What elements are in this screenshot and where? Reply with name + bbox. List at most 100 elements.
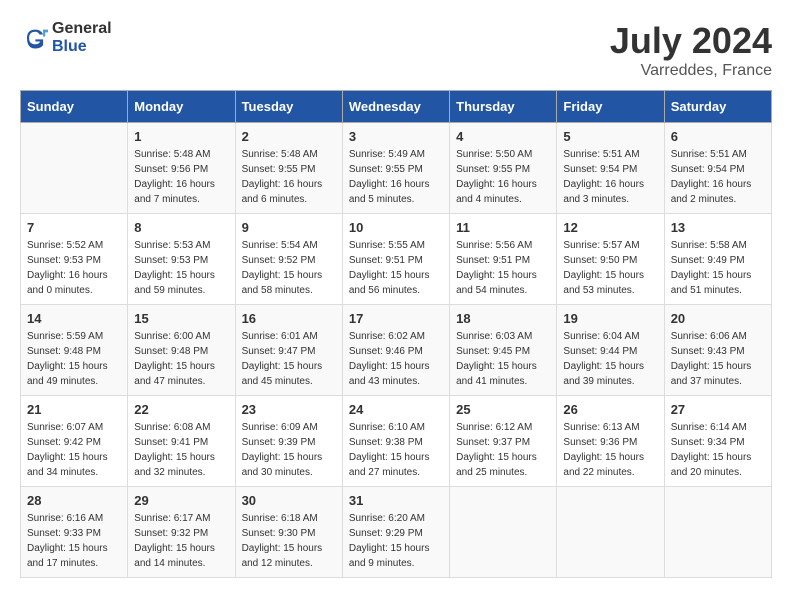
calendar-cell: 6 Sunrise: 5:51 AM Sunset: 9:54 PM Daylig…	[664, 123, 771, 214]
weekday-header-wednesday: Wednesday	[342, 91, 449, 123]
calendar-cell: 2 Sunrise: 5:48 AM Sunset: 9:55 PM Daylig…	[235, 123, 342, 214]
calendar-cell: 5 Sunrise: 5:51 AM Sunset: 9:54 PM Daylig…	[557, 123, 664, 214]
day-info: Sunrise: 6:14 AM Sunset: 9:34 PM Dayligh…	[671, 420, 765, 480]
weekday-header-monday: Monday	[128, 91, 235, 123]
day-info: Sunrise: 5:59 AM Sunset: 9:48 PM Dayligh…	[27, 329, 121, 389]
calendar-cell: 30 Sunrise: 6:18 AM Sunset: 9:30 PM Dayli…	[235, 487, 342, 578]
day-number: 17	[349, 311, 443, 326]
calendar-cell: 26 Sunrise: 6:13 AM Sunset: 9:36 PM Dayli…	[557, 396, 664, 487]
day-info: Sunrise: 5:48 AM Sunset: 9:55 PM Dayligh…	[242, 147, 336, 207]
day-number: 9	[242, 220, 336, 235]
calendar-cell: 17 Sunrise: 6:02 AM Sunset: 9:46 PM Dayli…	[342, 305, 449, 396]
month-year-title: July 2024	[610, 20, 772, 62]
calendar-cell: 11 Sunrise: 5:56 AM Sunset: 9:51 PM Dayli…	[450, 214, 557, 305]
day-number: 18	[456, 311, 550, 326]
logo-general-text: General	[52, 20, 112, 38]
day-number: 20	[671, 311, 765, 326]
calendar-cell: 24 Sunrise: 6:10 AM Sunset: 9:38 PM Dayli…	[342, 396, 449, 487]
calendar-cell: 20Sunrise: 6:06 AM Sunset: 9:43 PM Dayli…	[664, 305, 771, 396]
calendar-cell: 21 Sunrise: 6:07 AM Sunset: 9:42 PM Dayli…	[21, 396, 128, 487]
page-header: General Blue July 2024 Varreddes, France	[20, 20, 772, 80]
calendar-cell	[21, 123, 128, 214]
day-info: Sunrise: 6:10 AM Sunset: 9:38 PM Dayligh…	[349, 420, 443, 480]
weekday-header-sunday: Sunday	[21, 91, 128, 123]
day-info: Sunrise: 5:51 AM Sunset: 9:54 PM Dayligh…	[563, 147, 657, 207]
weekday-header-thursday: Thursday	[450, 91, 557, 123]
day-number: 12	[563, 220, 657, 235]
day-number: 5	[563, 129, 657, 144]
day-info: Sunrise: 5:49 AM Sunset: 9:55 PM Dayligh…	[349, 147, 443, 207]
calendar-cell: 10 Sunrise: 5:55 AM Sunset: 9:51 PM Dayli…	[342, 214, 449, 305]
day-number: 19	[563, 311, 657, 326]
calendar-table: SundayMondayTuesdayWednesdayThursdayFrid…	[20, 90, 772, 578]
calendar-week-row: 21 Sunrise: 6:07 AM Sunset: 9:42 PM Dayli…	[21, 396, 772, 487]
day-info: Sunrise: 5:57 AM Sunset: 9:50 PM Dayligh…	[563, 238, 657, 298]
calendar-cell: 28 Sunrise: 6:16 AM Sunset: 9:33 PM Dayli…	[21, 487, 128, 578]
calendar-cell: 9 Sunrise: 5:54 AM Sunset: 9:52 PM Daylig…	[235, 214, 342, 305]
day-info: Sunrise: 6:13 AM Sunset: 9:36 PM Dayligh…	[563, 420, 657, 480]
calendar-week-row: 14Sunrise: 5:59 AM Sunset: 9:48 PM Dayli…	[21, 305, 772, 396]
day-number: 22	[134, 402, 228, 417]
calendar-cell: 22 Sunrise: 6:08 AM Sunset: 9:41 PM Dayli…	[128, 396, 235, 487]
day-info: Sunrise: 5:55 AM Sunset: 9:51 PM Dayligh…	[349, 238, 443, 298]
day-number: 28	[27, 493, 121, 508]
logo-text: General Blue	[52, 20, 112, 55]
day-number: 30	[242, 493, 336, 508]
weekday-header-saturday: Saturday	[664, 91, 771, 123]
logo: General Blue	[20, 20, 112, 55]
calendar-cell: 25 Sunrise: 6:12 AM Sunset: 9:37 PM Dayli…	[450, 396, 557, 487]
calendar-cell	[450, 487, 557, 578]
day-info: Sunrise: 5:58 AM Sunset: 9:49 PM Dayligh…	[671, 238, 765, 298]
day-info: Sunrise: 5:56 AM Sunset: 9:51 PM Dayligh…	[456, 238, 550, 298]
day-number: 13	[671, 220, 765, 235]
calendar-week-row: 28 Sunrise: 6:16 AM Sunset: 9:33 PM Dayli…	[21, 487, 772, 578]
day-number: 24	[349, 402, 443, 417]
calendar-week-row: 1 Sunrise: 5:48 AM Sunset: 9:56 PM Daylig…	[21, 123, 772, 214]
calendar-cell: 16Sunrise: 6:01 AM Sunset: 9:47 PM Dayli…	[235, 305, 342, 396]
day-number: 21	[27, 402, 121, 417]
day-number: 7	[27, 220, 121, 235]
location-text: Varreddes, France	[610, 62, 772, 80]
day-info: Sunrise: 5:52 AM Sunset: 9:53 PM Dayligh…	[27, 238, 121, 298]
day-info: Sunrise: 6:16 AM Sunset: 9:33 PM Dayligh…	[27, 511, 121, 571]
day-number: 10	[349, 220, 443, 235]
day-number: 23	[242, 402, 336, 417]
day-info: Sunrise: 5:54 AM Sunset: 9:52 PM Dayligh…	[242, 238, 336, 298]
day-number: 11	[456, 220, 550, 235]
day-info: Sunrise: 6:12 AM Sunset: 9:37 PM Dayligh…	[456, 420, 550, 480]
day-number: 31	[349, 493, 443, 508]
day-info: Sunrise: 6:17 AM Sunset: 9:32 PM Dayligh…	[134, 511, 228, 571]
day-number: 8	[134, 220, 228, 235]
day-info: Sunrise: 6:18 AM Sunset: 9:30 PM Dayligh…	[242, 511, 336, 571]
day-info: Sunrise: 6:08 AM Sunset: 9:41 PM Dayligh…	[134, 420, 228, 480]
day-info: Sunrise: 5:48 AM Sunset: 9:56 PM Dayligh…	[134, 147, 228, 207]
calendar-cell: 27Sunrise: 6:14 AM Sunset: 9:34 PM Dayli…	[664, 396, 771, 487]
day-number: 2	[242, 129, 336, 144]
day-number: 1	[134, 129, 228, 144]
calendar-cell	[557, 487, 664, 578]
day-info: Sunrise: 5:53 AM Sunset: 9:53 PM Dayligh…	[134, 238, 228, 298]
day-number: 26	[563, 402, 657, 417]
logo-icon	[20, 24, 48, 52]
calendar-week-row: 7 Sunrise: 5:52 AM Sunset: 9:53 PM Daylig…	[21, 214, 772, 305]
calendar-cell: 14Sunrise: 5:59 AM Sunset: 9:48 PM Dayli…	[21, 305, 128, 396]
calendar-cell: 31Sunrise: 6:20 AM Sunset: 9:29 PM Dayli…	[342, 487, 449, 578]
day-number: 6	[671, 129, 765, 144]
calendar-cell: 15 Sunrise: 6:00 AM Sunset: 9:48 PM Dayli…	[128, 305, 235, 396]
day-info: Sunrise: 5:51 AM Sunset: 9:54 PM Dayligh…	[671, 147, 765, 207]
title-section: July 2024 Varreddes, France	[610, 20, 772, 80]
day-info: Sunrise: 6:02 AM Sunset: 9:46 PM Dayligh…	[349, 329, 443, 389]
calendar-cell: 4Sunrise: 5:50 AM Sunset: 9:55 PM Daylig…	[450, 123, 557, 214]
day-number: 29	[134, 493, 228, 508]
day-info: Sunrise: 6:09 AM Sunset: 9:39 PM Dayligh…	[242, 420, 336, 480]
weekday-header-row: SundayMondayTuesdayWednesdayThursdayFrid…	[21, 91, 772, 123]
day-info: Sunrise: 6:03 AM Sunset: 9:45 PM Dayligh…	[456, 329, 550, 389]
calendar-cell: 19Sunrise: 6:04 AM Sunset: 9:44 PM Dayli…	[557, 305, 664, 396]
day-info: Sunrise: 6:00 AM Sunset: 9:48 PM Dayligh…	[134, 329, 228, 389]
day-number: 15	[134, 311, 228, 326]
day-info: Sunrise: 6:07 AM Sunset: 9:42 PM Dayligh…	[27, 420, 121, 480]
calendar-cell: 1 Sunrise: 5:48 AM Sunset: 9:56 PM Daylig…	[128, 123, 235, 214]
day-number: 25	[456, 402, 550, 417]
weekday-header-tuesday: Tuesday	[235, 91, 342, 123]
calendar-cell: 13 Sunrise: 5:58 AM Sunset: 9:49 PM Dayli…	[664, 214, 771, 305]
